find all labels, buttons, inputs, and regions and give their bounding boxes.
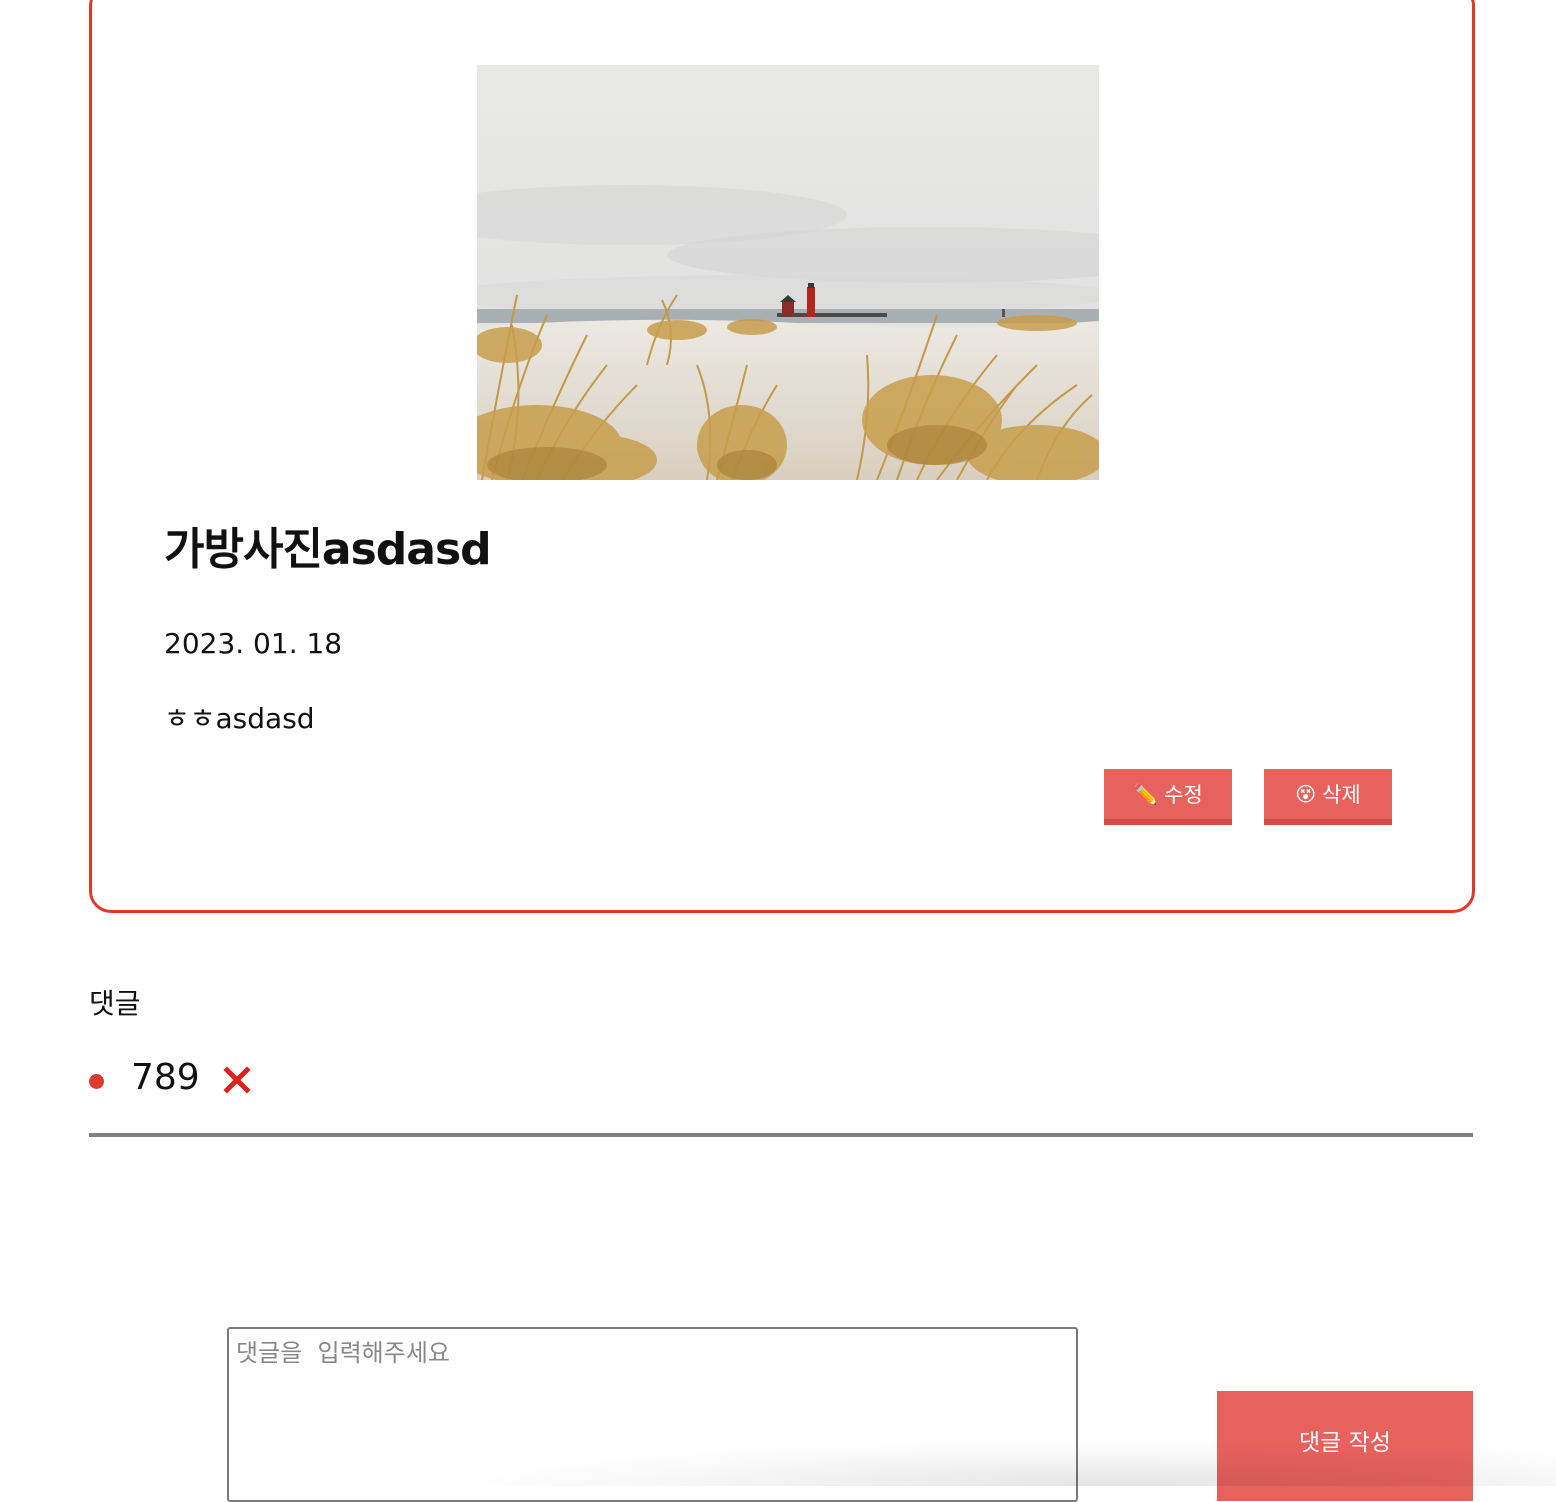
comment-submit-label: 댓글 작성 bbox=[1299, 1430, 1391, 1456]
bullet-icon bbox=[89, 1073, 104, 1089]
post-card: 가방사진asdasd 2023. 01. 18 ㅎㅎasdasd ✏️ 수정 😵… bbox=[89, 0, 1475, 913]
delete-button-label: 삭제 bbox=[1322, 783, 1361, 807]
comment-input[interactable] bbox=[227, 1327, 1078, 1502]
post-body: ㅎㅎasdasd bbox=[164, 702, 315, 735]
edit-button-label: 수정 bbox=[1164, 783, 1203, 807]
comment-item: 789 bbox=[89, 1052, 252, 1102]
post-title: 가방사진asdasd bbox=[164, 524, 492, 575]
comment-submit-button[interactable]: 댓글 작성 bbox=[1217, 1391, 1473, 1501]
post-date: 2023. 01. 18 bbox=[164, 627, 343, 660]
close-icon[interactable] bbox=[222, 1065, 252, 1095]
pencil-icon: ✏️ bbox=[1133, 782, 1159, 806]
comment-text: 789 bbox=[131, 1056, 200, 1098]
edit-button[interactable]: ✏️ 수정 bbox=[1104, 769, 1232, 825]
comments-heading: 댓글 bbox=[89, 987, 141, 1020]
delete-button[interactable]: 😵 삭제 bbox=[1264, 769, 1392, 825]
dizzy-face-icon: 😵 bbox=[1295, 782, 1317, 806]
divider bbox=[89, 1133, 1473, 1137]
post-photo bbox=[477, 65, 1099, 480]
beach-lighthouse-photo bbox=[477, 65, 1099, 480]
